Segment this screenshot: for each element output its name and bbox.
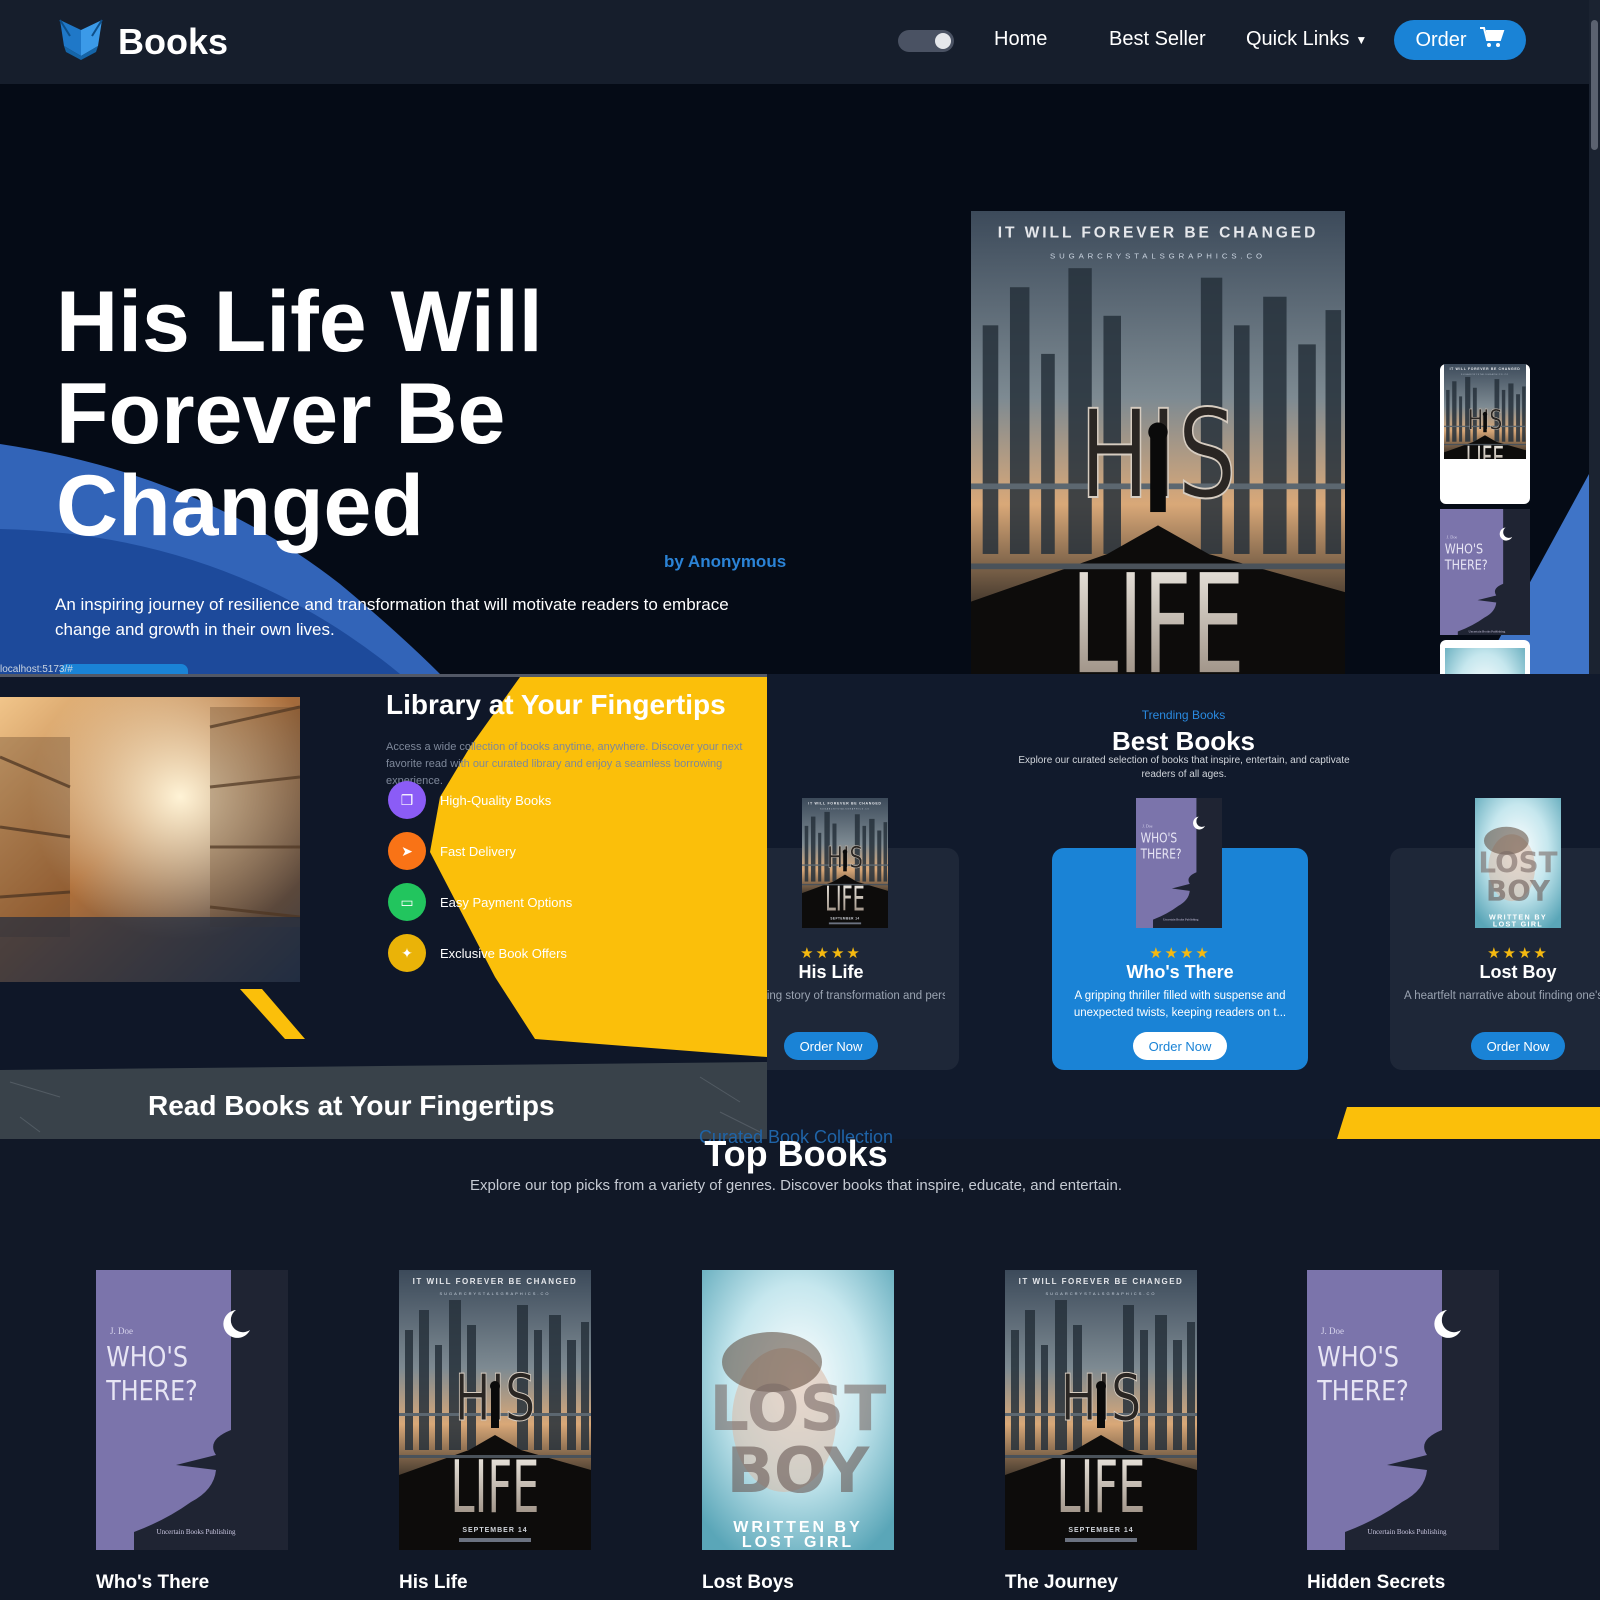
book-card-his-life[interactable]: ★★★★ His Life A compelling story of tran…	[767, 798, 959, 1070]
truck-icon: ➤	[388, 832, 426, 870]
top-book-cover	[399, 1270, 591, 1550]
hero-cta-button[interactable]	[60, 664, 188, 674]
thumb-lost-boy[interactable]	[1445, 648, 1525, 674]
order-button[interactable]: Order	[1394, 20, 1526, 60]
order-now-button[interactable]: Order Now	[1133, 1032, 1227, 1060]
hero-author: by Anonymous	[664, 552, 787, 571]
card-cover-his-life	[802, 798, 888, 928]
order-now-button[interactable]: Order Now	[784, 1032, 878, 1060]
hero-title: His Life Will Forever Be Changed	[56, 274, 543, 554]
feature-label: Fast Delivery	[440, 843, 516, 859]
top-book-the-journey[interactable]: The Journey	[1005, 1270, 1197, 1594]
card-cover-whos-there	[1136, 798, 1222, 928]
top-book-hidden-secrets[interactable]: Hidden Secrets	[1307, 1270, 1499, 1594]
scroll-thumb[interactable]	[1591, 20, 1598, 150]
order-label: Order	[1415, 28, 1467, 51]
card-title: His Life	[798, 962, 864, 982]
card-description: A compelling story of transformation and…	[767, 990, 945, 1002]
feature-label: Exclusive Book Offers	[440, 945, 567, 961]
card-description: A heartfelt narrative about finding one'…	[1404, 990, 1600, 1002]
theme-toggle[interactable]	[898, 30, 954, 52]
top-book-name: His Life	[399, 1572, 468, 1593]
page-scrollbar[interactable]	[1589, 0, 1600, 674]
top-book-name: Lost Boys	[702, 1572, 794, 1593]
feature-fast-delivery: ➤ Fast Delivery	[388, 832, 516, 870]
quick-links-label: Quick Links	[1246, 28, 1350, 50]
top-book-cover	[1005, 1270, 1197, 1550]
feature-easy-payment: ▭ Easy Payment Options	[388, 883, 572, 921]
hero-section: His Life Will Forever Be Changed by Anon…	[0, 84, 1589, 674]
feature-label: High-Quality Books	[440, 792, 552, 808]
top-book-name: The Journey	[1005, 1572, 1118, 1593]
toggle-knob	[935, 33, 951, 49]
nav-quick-links-dropdown[interactable]: Quick Links ▼	[1246, 28, 1367, 51]
library-banner-text: Read Books at Your Fingertips	[148, 1090, 555, 1121]
brand[interactable]: Books	[56, 16, 228, 67]
feature-label: Easy Payment Options	[440, 894, 573, 910]
library-section: Library at Your Fingertips Access a wide…	[0, 674, 767, 1139]
best-books-section: Trending Books Best Books Explore our cu…	[767, 674, 1600, 1139]
library-title: Library at Your Fingertips	[386, 689, 726, 720]
thumb-whos-there[interactable]	[1440, 509, 1530, 635]
book-card-whos-there[interactable]: ★★★★ Who's There A gripping thriller fil…	[1052, 798, 1308, 1070]
cart-icon	[1479, 26, 1505, 54]
top-books-title: Top Books	[704, 1133, 888, 1174]
book-logo-icon	[56, 16, 106, 67]
top-navbar: Books Home Best Seller Quick Links ▼ Ord…	[0, 0, 1600, 84]
rating-stars: ★★★★	[1149, 945, 1211, 962]
card-description: A gripping thriller filled with suspense…	[1073, 990, 1287, 1019]
card-title: Lost Boy	[1479, 962, 1557, 982]
top-book-cover	[1307, 1270, 1499, 1550]
best-books-title: Best Books	[1111, 726, 1256, 756]
top-book-cover	[702, 1270, 894, 1550]
thumb-his-life[interactable]	[1444, 364, 1526, 459]
nav-home-link[interactable]: Home	[994, 28, 1047, 51]
nav-best-seller-link[interactable]: Best Seller	[1109, 28, 1206, 51]
library-photo	[0, 697, 300, 982]
top-book-cover	[96, 1270, 288, 1550]
caret-down-icon: ▼	[1355, 32, 1368, 47]
rating-stars: ★★★★	[800, 945, 862, 962]
feature-exclusive-offers: ✦ Exclusive Book Offers	[388, 934, 567, 972]
top-book-name: Hidden Secrets	[1307, 1572, 1446, 1593]
rating-stars: ★★★★	[1487, 945, 1549, 962]
page: Books Home Best Seller Quick Links ▼ Ord…	[0, 0, 1600, 1600]
hero-description: An inspiring journey of resilience and t…	[55, 595, 729, 639]
card-icon: ▭	[388, 883, 426, 921]
top-books-section: Curated Book Collection Top Books Explor…	[0, 1127, 1600, 1600]
top-books-description: Explore our top picks from a variety of …	[469, 1177, 1122, 1194]
book-icon: ❒	[388, 781, 426, 819]
book-card-lost-boy[interactable]: ★★★★ Lost Boy A heartfelt narrative abou…	[1390, 798, 1600, 1070]
order-now-button[interactable]: Order Now	[1471, 1032, 1565, 1060]
card-title: Who's There	[1126, 962, 1234, 982]
top-book-lost-boys[interactable]: Lost Boys	[702, 1270, 894, 1594]
hero-thumbnail-strip	[1440, 284, 1530, 674]
top-book-his-life[interactable]: His Life	[399, 1270, 591, 1594]
gift-icon: ✦	[388, 934, 426, 972]
top-book-name: Who's There	[96, 1572, 210, 1593]
feature-high-quality: ❒ High-Quality Books	[388, 781, 551, 819]
hero-book-cover	[971, 211, 1345, 674]
best-books-subtitle: Trending Books	[1141, 708, 1226, 722]
best-books-description: Explore our curated selection of books t…	[1018, 755, 1350, 780]
card-cover-lost-boy	[1475, 798, 1561, 928]
top-book-whos-there[interactable]: Who's There	[96, 1270, 288, 1594]
brand-name: Books	[118, 20, 229, 62]
